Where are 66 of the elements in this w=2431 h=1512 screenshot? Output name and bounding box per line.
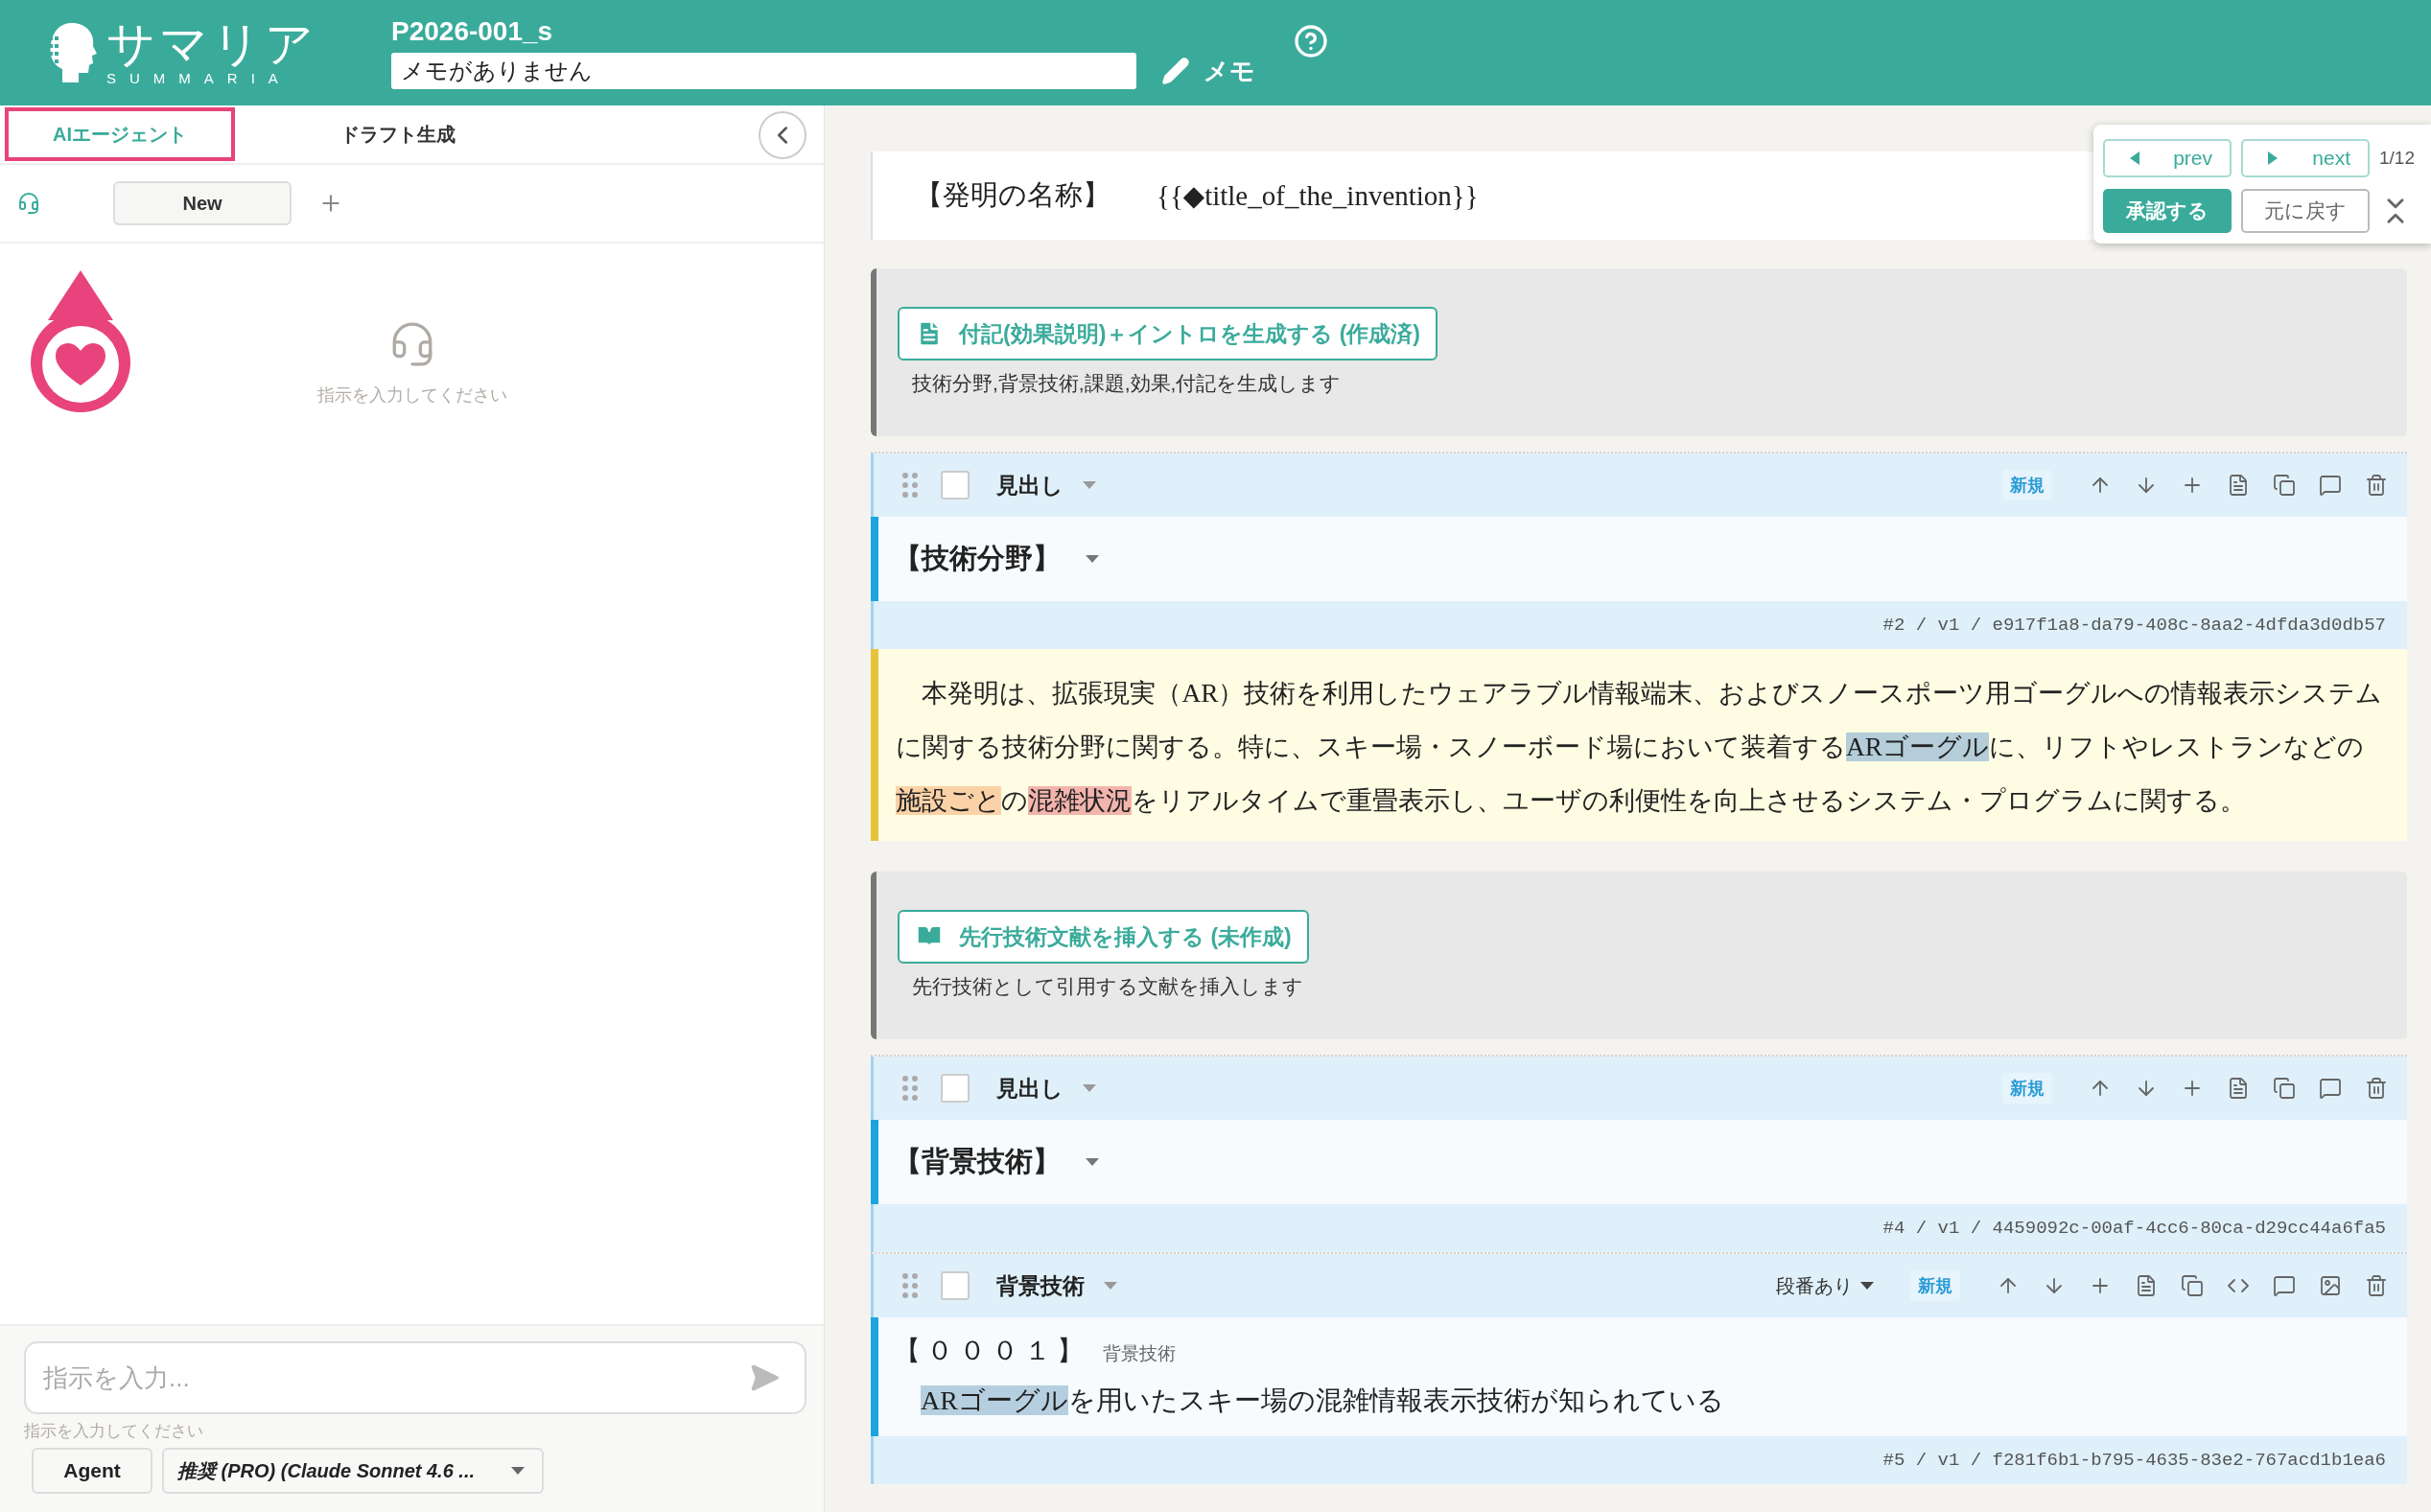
title-label: 【発明の名称】: [915, 178, 1110, 212]
image-icon[interactable]: [2319, 1274, 2342, 1297]
block-id: #5 / v1 / f281f6b1-b795-4635-83e2-767acd1b1ea6: [1882, 1450, 2386, 1471]
memo-field[interactable]: メモがありません: [391, 53, 1136, 89]
numbering-dropdown[interactable]: 段番あり: [1776, 1272, 1874, 1299]
checkbox[interactable]: [941, 471, 970, 500]
help-button[interactable]: [1294, 23, 1328, 58]
copy-icon[interactable]: [2273, 1077, 2296, 1100]
block-id: #4 / v1 / 4459092c-00af-4cc6-80ca-d29cc44a6fa5: [1882, 1218, 2386, 1239]
triangle-left-icon: [2130, 151, 2139, 165]
paragraph-text: ARゴーグルを用いたスキー場の混雑情報表示技術が知られている: [920, 1384, 1725, 1417]
drag-handle-icon[interactable]: [902, 1273, 918, 1298]
paragraph-label: 背景技術: [1103, 1342, 1176, 1365]
copy-icon[interactable]: [2181, 1274, 2204, 1297]
help-icon: [1294, 23, 1328, 58]
drag-handle-icon[interactable]: [902, 473, 918, 498]
caret-icon: [1083, 481, 1096, 489]
panel-tab[interactable]: ドラフト生成: [283, 107, 513, 161]
action-description: 技術分野,背景技術,課題,効果,付記を生成します: [911, 371, 1342, 396]
heading-caret-icon: [1086, 555, 1099, 563]
document-icon[interactable]: [2227, 1077, 2250, 1100]
new-badge: 新規: [1910, 1270, 1960, 1301]
input-hint: 指示を入力してください: [24, 1421, 204, 1442]
collapse-button[interactable]: [759, 111, 806, 159]
heading-text: 【背景技術】: [894, 1145, 1061, 1178]
checkbox[interactable]: [941, 1074, 970, 1103]
caret-icon: [511, 1467, 525, 1475]
logo-subtitle: SUMMARIA: [106, 70, 292, 87]
trash-icon[interactable]: [2365, 474, 2388, 497]
comment-icon[interactable]: [2319, 1077, 2342, 1100]
heading-caret-icon: [1086, 1158, 1099, 1166]
copy-icon[interactable]: [2273, 474, 2296, 497]
page-counter: 1/12: [2379, 148, 2416, 169]
block-type-label: 見出し: [996, 1074, 1064, 1103]
paragraph-text: 本発明は、拡張現実（AR）技術を利用したウェアラブル情報端末、およびスノースポーツ用ゴーグルへの情報表示システムに関する技術分野に関する。特に、スキー場・スノーボード場において装着するARゴーグルに、リフトやレストランなどの 施設ごと の混雑状況をリアルタイムで重畳表示し、ユーザの利便性を向上させるシステム・プログラムに関する。: [896, 678, 2384, 817]
document-icon[interactable]: [2135, 1274, 2158, 1297]
caret-icon: [1104, 1282, 1117, 1290]
new-badge: 新規: [2002, 1073, 2052, 1104]
heading-text: 【技術分野】: [894, 542, 1061, 575]
revert-button[interactable]: 元に戻す: [2241, 189, 2370, 233]
action-description: 先行技術として引用する文献を挿入します: [911, 974, 1303, 999]
paragraph-number: 【０００１】: [894, 1335, 1089, 1367]
triangle-right-icon: [2268, 151, 2278, 165]
caret-icon: [1083, 1084, 1096, 1092]
block-id: #2 / v1 / e917f1a8-da79-408c-8aa2-4dfda3d0db57: [1882, 615, 2386, 636]
document-icon[interactable]: [2227, 474, 2250, 497]
title-value: {{◆title_of_the_invention}}: [1157, 179, 1479, 212]
drag-handle-icon[interactable]: [902, 1076, 918, 1101]
instruction-field[interactable]: 指示を入力...: [24, 1341, 806, 1414]
trash-icon[interactable]: [2365, 1274, 2388, 1297]
checkbox[interactable]: [941, 1271, 970, 1300]
headset-icon: [17, 192, 40, 215]
block-type-label: 見出し: [996, 471, 1064, 500]
model-dropdown[interactable]: 推奨 (PRO) (Claude Sonnet 4.6 ...: [162, 1448, 544, 1494]
new-badge: 新規: [2002, 470, 2052, 500]
comment-icon[interactable]: [2319, 474, 2342, 497]
mode-button[interactable]: Agent: [32, 1448, 152, 1494]
trash-icon[interactable]: [2365, 1077, 2388, 1100]
block-type-label: 背景技術: [996, 1271, 1085, 1300]
empty-state-text: 指示を入力してください: [316, 384, 507, 407]
pencil-icon: [1161, 57, 1190, 85]
session-tab[interactable]: New: [113, 181, 292, 225]
logo-text: サマリア: [106, 18, 317, 70]
project-title: P2026-001_s: [391, 16, 554, 47]
caret-icon: [1860, 1282, 1874, 1290]
comment-icon[interactable]: [2273, 1274, 2296, 1297]
